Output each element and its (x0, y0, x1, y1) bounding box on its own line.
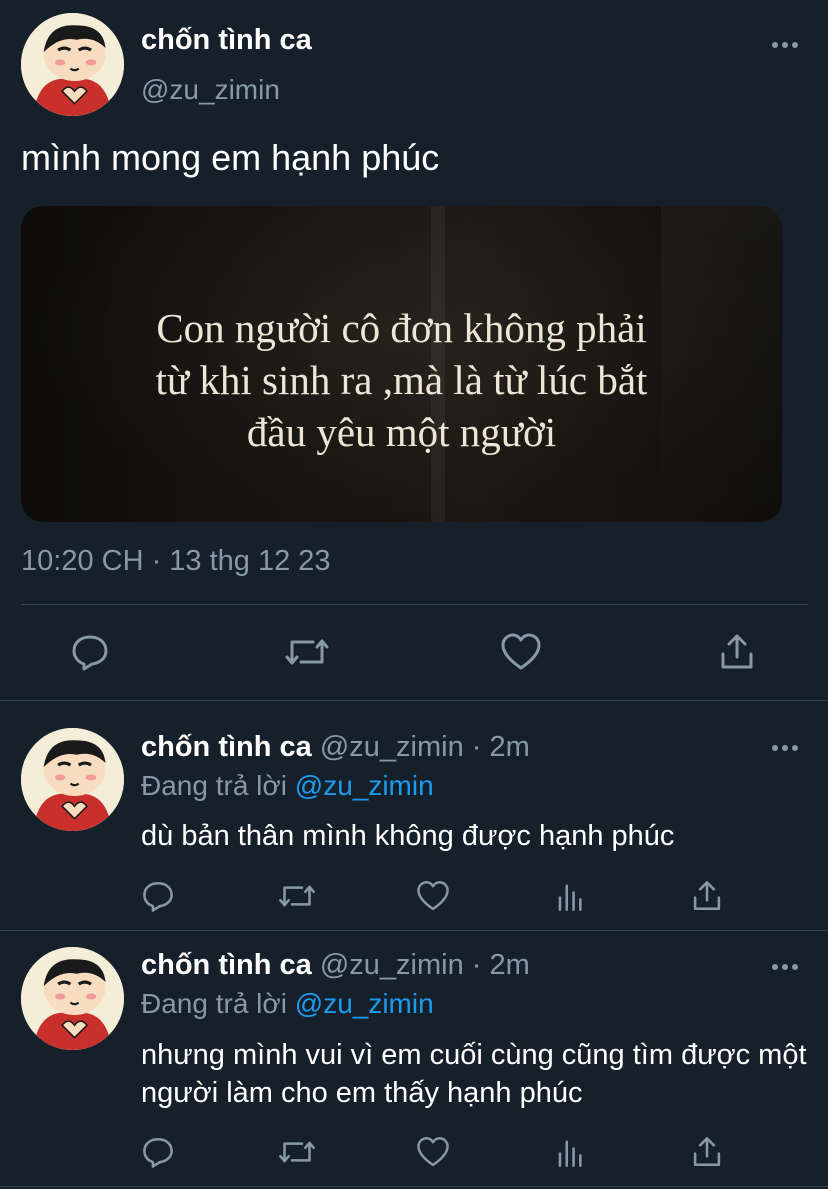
tweet-text: mình mong em hạnh phúc (21, 137, 440, 178)
reply-action-bar (0, 1135, 828, 1171)
divider (21, 604, 808, 605)
like-icon[interactable] (416, 1135, 450, 1169)
tweet-image[interactable]: Con người cô đơn không phải từ khi sinh … (21, 206, 782, 522)
tweet-timestamp[interactable]: 10:20 CH · 13 thg 12 23 (21, 545, 331, 578)
handle[interactable]: @zu_zimin (141, 74, 280, 106)
avatar[interactable] (21, 13, 124, 116)
display-name[interactable]: chốn tình ca (141, 949, 312, 981)
cartoon-boy-avatar-icon (21, 13, 124, 116)
reply-text: dù bản thân mình không được hạnh phúc (141, 820, 675, 852)
avatar[interactable] (21, 947, 124, 1050)
more-options-icon[interactable] (770, 40, 800, 50)
reply-icon[interactable] (141, 879, 175, 913)
share-icon[interactable] (690, 879, 724, 913)
image-quote-line: từ khi sinh ra ,mà là từ lúc bắt (155, 357, 648, 403)
more-options-icon[interactable] (770, 743, 800, 753)
reply-icon[interactable] (70, 632, 110, 672)
reply-text: nhưng mình vui vì em cuối cùng cũng tìm … (141, 1039, 807, 1109)
image-quote-line: Con người cô đơn không phải (156, 305, 647, 351)
main-tweet: chốn tình ca @zu_zimin mình mong em hạnh… (0, 0, 828, 701)
share-icon[interactable] (690, 1135, 724, 1169)
reply-icon[interactable] (141, 1135, 175, 1169)
retweet-icon[interactable] (277, 879, 317, 913)
replying-to-label: Đang trả lời (141, 988, 295, 1019)
retweet-icon[interactable] (283, 632, 331, 672)
display-name[interactable]: chốn tình ca (141, 24, 312, 57)
retweet-icon[interactable] (277, 1135, 317, 1169)
avatar[interactable] (21, 728, 124, 831)
image-quote-text: Con người cô đơn không phải từ khi sinh … (21, 302, 782, 458)
reply-action-bar (0, 879, 828, 915)
reply-header: chốn tình ca @zu_zimin · 2m (141, 731, 530, 764)
share-icon[interactable] (717, 632, 757, 672)
reply-tweet[interactable]: chốn tình ca @zu_zimin · 2m Đang trả lời… (0, 930, 828, 1186)
mention-link[interactable]: @zu_zimin (295, 988, 434, 1019)
display-name[interactable]: chốn tình ca (141, 731, 312, 763)
views-icon[interactable] (554, 1135, 588, 1169)
handle-and-time[interactable]: @zu_zimin · 2m (312, 949, 530, 981)
handle-and-time[interactable]: @zu_zimin · 2m (312, 731, 530, 763)
reply-header: chốn tình ca @zu_zimin · 2m (141, 949, 530, 982)
reply-tweet[interactable]: chốn tình ca @zu_zimin · 2m Đang trả lời… (0, 700, 828, 930)
image-quote-line: đầu yêu một người (246, 409, 557, 455)
replying-to-label: Đang trả lời (141, 770, 295, 801)
mention-link[interactable]: @zu_zimin (295, 770, 434, 801)
like-icon[interactable] (416, 879, 450, 913)
divider (0, 1186, 828, 1187)
more-options-icon[interactable] (770, 962, 800, 972)
cartoon-boy-avatar-icon (21, 728, 124, 831)
replying-to: Đang trả lời @zu_zimin (141, 988, 434, 1020)
cartoon-boy-avatar-icon (21, 947, 124, 1050)
tweet-thread-page: chốn tình ca @zu_zimin mình mong em hạnh… (0, 0, 828, 1189)
like-icon[interactable] (500, 632, 542, 672)
views-icon[interactable] (554, 879, 588, 913)
replying-to: Đang trả lời @zu_zimin (141, 770, 434, 802)
